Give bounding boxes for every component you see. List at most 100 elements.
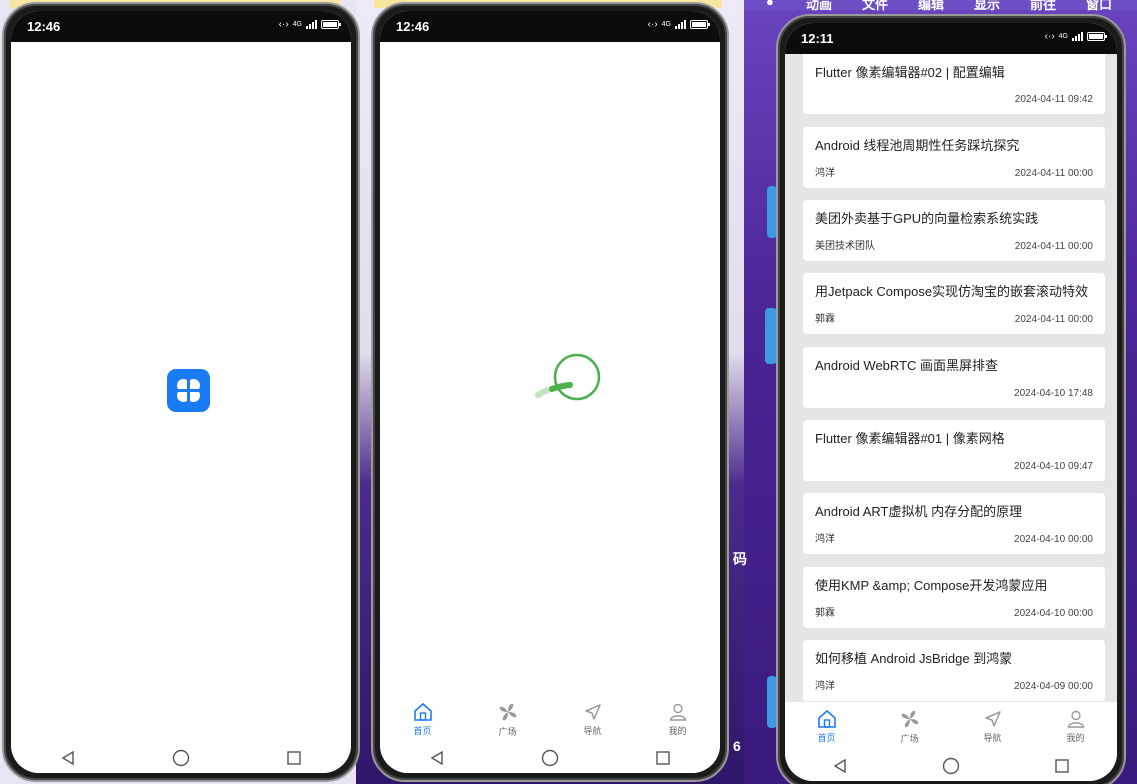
- navigation-arrow-icon: [984, 710, 1001, 727]
- menu-item[interactable]: 窗口: [1086, 0, 1112, 13]
- phone-screen: 12:46 ‹·› 4G: [11, 11, 351, 773]
- signal-icon: [1072, 32, 1083, 41]
- article-card[interactable]: 使用KMP &amp; Compose开发鸿蒙应用 郭霖 2024-04-10 …: [803, 567, 1105, 628]
- article-date: 2024-04-10 00:00: [1014, 608, 1093, 619]
- status-bar: 12:11 ‹·› 4G: [785, 23, 1117, 54]
- article-date: 2024-04-11 00:00: [1014, 314, 1093, 325]
- tab-home[interactable]: 首页: [393, 702, 453, 737]
- article-card[interactable]: Android WebRTC 画面黑屏排查 2024-04-10 17:48: [803, 347, 1105, 408]
- pinwheel-icon: [499, 703, 516, 720]
- status-bar: 12:46 ‹·› 4G: [380, 11, 720, 42]
- phone-screen: 12:46 ‹·› 4G 首页 广场 导航 我的: [380, 11, 720, 773]
- article-author: 鸿洋: [815, 168, 835, 179]
- tab-label: 导航: [983, 732, 1002, 743]
- article-card[interactable]: 如何移植 Android JsBridge 到鸿蒙 鸿洋 2024-04-09 …: [803, 640, 1105, 701]
- article-author: 鸿洋: [815, 681, 835, 692]
- article-card[interactable]: 用Jetpack Compose实现仿淘宝的嵌套滚动特效 郭霖 2024-04-…: [803, 273, 1105, 334]
- back-triangle-icon[interactable]: [56, 749, 80, 767]
- status-icons: ‹·› 4G: [1044, 31, 1107, 42]
- phone-frame-article-list: 12:11 ‹·› 4G Flutter 像素编辑器#02 | 配置编辑 202…: [776, 14, 1126, 784]
- network-type: 4G: [1058, 33, 1068, 40]
- data-transfer-icon: ‹·›: [1044, 31, 1055, 42]
- phone-frame-splash: 12:46 ‹·› 4G: [2, 2, 360, 782]
- tab-square[interactable]: 广场: [880, 708, 940, 745]
- article-card[interactable]: 美团外卖基于GPU的向量检索系统实践 美团技术团队 2024-04-11 00:…: [803, 200, 1105, 261]
- mac-menubar: ● 动画 文件 编辑 显示 前往 窗口: [744, 0, 1137, 13]
- article-card[interactable]: Android ART虚拟机 内存分配的原理 鸿洋 2024-04-10 00:…: [803, 493, 1105, 554]
- article-title: 用Jetpack Compose实现仿淘宝的嵌套滚动特效: [815, 284, 1089, 299]
- home-circle-icon[interactable]: [169, 749, 193, 767]
- tab-navigation[interactable]: 导航: [563, 702, 623, 737]
- menu-item[interactable]: 前往: [1030, 0, 1056, 13]
- tab-label: 我的: [668, 725, 687, 736]
- battery-icon: [321, 20, 341, 29]
- network-type: 4G: [661, 21, 671, 28]
- menu-item[interactable]: 动画: [806, 0, 832, 13]
- home-circle-icon[interactable]: [939, 757, 963, 775]
- article-title: 使用KMP &amp; Compose开发鸿蒙应用: [815, 578, 1048, 593]
- tab-square[interactable]: 广场: [478, 701, 538, 738]
- background-text: 6: [733, 738, 741, 754]
- article-title: Flutter 像素编辑器#02 | 配置编辑: [815, 65, 1005, 80]
- article-card[interactable]: Android 线程池周期性任务踩坑探究 鸿洋 2024-04-11 00:00: [803, 127, 1105, 188]
- bottom-tab-bar: 首页 广场 导航 我的: [785, 702, 1117, 750]
- tab-mine[interactable]: 我的: [1046, 709, 1106, 744]
- tab-label: 首页: [817, 732, 836, 743]
- tab-label: 广场: [498, 726, 517, 737]
- four-leaf-app-icon: [167, 369, 210, 412]
- system-nav-bar: [11, 743, 351, 773]
- system-nav-bar: [380, 743, 720, 773]
- tab-mine[interactable]: 我的: [648, 702, 708, 737]
- article-date: 2024-04-11 00:00: [1014, 168, 1093, 179]
- article-title: Flutter 像素编辑器#01 | 像素网格: [815, 431, 1005, 446]
- status-time: 12:46: [27, 19, 61, 34]
- article-date: 2024-04-09 00:00: [1014, 681, 1093, 692]
- article-author: 鸿洋: [815, 534, 835, 545]
- apple-icon[interactable]: ●: [766, 0, 774, 9]
- recents-square-icon[interactable]: [1050, 757, 1074, 775]
- menu-item[interactable]: 显示: [974, 0, 1000, 13]
- home-circle-icon[interactable]: [538, 749, 562, 767]
- back-triangle-icon[interactable]: [425, 749, 449, 767]
- bottom-tab-bar: 首页 广场 导航 我的: [380, 695, 720, 743]
- recents-square-icon[interactable]: [282, 749, 306, 767]
- article-title: Android ART虚拟机 内存分配的原理: [815, 504, 1023, 519]
- status-bar: 12:46 ‹·› 4G: [11, 11, 351, 42]
- person-icon: [1067, 710, 1084, 728]
- status-time: 12:11: [801, 31, 834, 46]
- article-title: Android 线程池周期性任务踩坑探究: [815, 138, 1020, 153]
- phone-screen: 12:11 ‹·› 4G Flutter 像素编辑器#02 | 配置编辑 202…: [785, 23, 1117, 781]
- back-triangle-icon[interactable]: [828, 757, 852, 775]
- status-icons: ‹·› 4G: [648, 19, 710, 30]
- recents-square-icon[interactable]: [651, 749, 675, 767]
- article-date: 2024-04-10 17:48: [1014, 388, 1093, 399]
- battery-icon: [1087, 32, 1107, 41]
- signal-icon: [675, 20, 686, 29]
- article-title: 如何移植 Android JsBridge 到鸿蒙: [815, 651, 1013, 666]
- menu-item[interactable]: 文件: [862, 0, 888, 13]
- article-card[interactable]: Flutter 像素编辑器#02 | 配置编辑 2024-04-11 09:42: [803, 54, 1105, 114]
- article-author: 美团技术团队: [815, 241, 875, 252]
- loading-spinner-icon: [530, 349, 610, 414]
- article-author: 郭霖: [815, 314, 835, 325]
- menu-item[interactable]: 编辑: [918, 0, 944, 13]
- article-author: 郭霖: [815, 608, 835, 619]
- network-type: 4G: [292, 21, 302, 28]
- tab-home[interactable]: 首页: [797, 709, 857, 744]
- person-icon: [669, 703, 686, 721]
- article-title: 美团外卖基于GPU的向量检索系统实践: [815, 211, 1039, 226]
- status-time: 12:46: [396, 19, 430, 34]
- tab-label: 我的: [1066, 732, 1085, 743]
- status-icons: ‹·› 4G: [278, 19, 341, 30]
- tab-navigation[interactable]: 导航: [963, 709, 1023, 744]
- phone-frame-loading: 12:46 ‹·› 4G 首页 广场 导航 我的: [371, 2, 729, 782]
- system-nav-bar: [785, 751, 1117, 781]
- tab-label: 导航: [583, 725, 602, 736]
- article-date: 2024-04-10 00:00: [1014, 534, 1093, 545]
- battery-icon: [690, 20, 710, 29]
- data-transfer-icon: ‹·›: [278, 19, 289, 30]
- pinwheel-icon: [901, 710, 918, 727]
- article-list[interactable]: Flutter 像素编辑器#02 | 配置编辑 2024-04-11 09:42…: [785, 54, 1117, 702]
- article-card[interactable]: Flutter 像素编辑器#01 | 像素网格 2024-04-10 09:47: [803, 420, 1105, 481]
- article-title: Android WebRTC 画面黑屏排查: [815, 358, 999, 373]
